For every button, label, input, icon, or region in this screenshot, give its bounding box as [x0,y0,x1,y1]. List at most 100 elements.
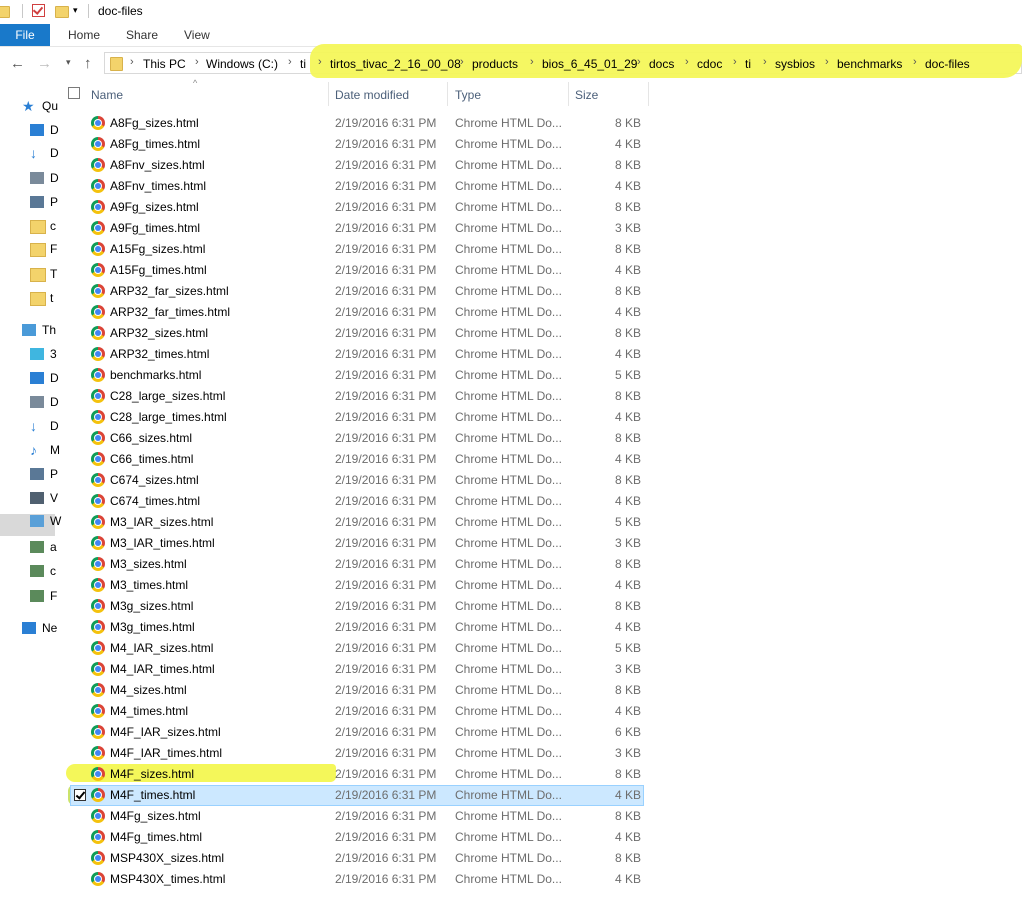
file-date-modified: 2/19/2016 6:31 PM [335,389,437,403]
file-row[interactable]: M3_IAR_sizes.html 2/19/2016 6:31 PM Chrome… [0,512,1022,533]
column-divider[interactable] [328,82,329,106]
tab-share[interactable]: Share [126,28,158,42]
file-row[interactable]: A8Fg_times.html 2/19/2016 6:31 PM Chrome H… [0,134,1022,155]
file-size: 4 KB [614,620,641,634]
file-row[interactable]: C66_sizes.html 2/19/2016 6:31 PM Chrome HT… [0,428,1022,449]
file-row[interactable]: M4_sizes.html 2/19/2016 6:31 PM Chrome HTM… [0,680,1022,701]
column-header-size[interactable]: Size [575,88,598,102]
recent-locations-chevron-icon[interactable]: ▾ [66,57,71,68]
breadcrumb-chevron-icon[interactable]: › [460,56,464,68]
file-tab[interactable]: File [0,24,50,46]
breadcrumb-item[interactable]: sysbios [775,57,815,71]
properties-icon[interactable] [32,4,45,17]
tab-home[interactable]: Home [68,28,100,42]
new-folder-icon[interactable] [55,6,69,18]
breadcrumb-item[interactable]: ti [745,57,751,71]
file-row[interactable]: M4F_times.html 2/19/2016 6:31 PM Chrome HT… [0,785,1022,806]
file-row[interactable]: benchmarks.html 2/19/2016 6:31 PM Chrome H… [0,365,1022,386]
file-row[interactable]: M3_IAR_times.html 2/19/2016 6:31 PM Chrome… [0,533,1022,554]
file-row[interactable]: A8Fnv_sizes.html 2/19/2016 6:31 PM Chrome … [0,155,1022,176]
tab-view[interactable]: View [184,28,210,42]
file-row[interactable]: M4Fg_sizes.html 2/19/2016 6:31 PM Chrome H… [0,806,1022,827]
file-date-modified: 2/19/2016 6:31 PM [335,872,437,886]
breadcrumb-item[interactable]: Windows (C:) [206,57,278,71]
breadcrumb-item[interactable]: doc-files [925,57,970,71]
file-row[interactable]: C28_large_times.html 2/19/2016 6:31 PM Chr… [0,407,1022,428]
back-arrow-icon[interactable]: ← [10,55,25,72]
column-header-name[interactable]: Name [91,88,123,102]
breadcrumb-chevron-icon[interactable]: › [130,56,134,68]
up-arrow-icon[interactable]: ↑ [84,55,92,72]
chrome-html-file-icon [91,578,105,592]
window-title: doc-files [98,4,143,18]
breadcrumb-item[interactable]: docs [649,57,674,71]
file-row[interactable]: ARP32_far_sizes.html 2/19/2016 6:31 PM Chr… [0,281,1022,302]
column-divider[interactable] [568,82,569,106]
chrome-html-file-icon [91,347,105,361]
file-type: Chrome HTML Do... [455,410,562,424]
file-name: M3_IAR_times.html [110,536,215,550]
file-row[interactable]: M4Fg_times.html 2/19/2016 6:31 PM Chrome H… [0,827,1022,848]
chrome-html-file-icon [91,746,105,760]
file-date-modified: 2/19/2016 6:31 PM [335,767,437,781]
breadcrumb-item[interactable]: cdoc [697,57,722,71]
file-row[interactable]: A15Fg_times.html 2/19/2016 6:31 PM Chrome … [0,260,1022,281]
file-row[interactable]: ARP32_sizes.html 2/19/2016 6:31 PM Chrome … [0,323,1022,344]
file-size: 4 KB [614,830,641,844]
select-all-checkbox[interactable] [68,87,80,99]
file-row[interactable]: M4F_IAR_times.html 2/19/2016 6:31 PM Chrom… [0,743,1022,764]
breadcrumb-chevron-icon[interactable]: › [195,56,199,68]
file-row[interactable]: C674_times.html 2/19/2016 6:31 PM Chrome H… [0,491,1022,512]
file-row[interactable]: M3_sizes.html 2/19/2016 6:31 PM Chrome HTM… [0,554,1022,575]
row-checkbox[interactable] [74,789,86,801]
chrome-html-file-icon [91,116,105,130]
breadcrumb-item[interactable]: products [472,57,518,71]
breadcrumb-item[interactable]: benchmarks [837,57,902,71]
breadcrumb-chevron-icon[interactable]: › [733,56,737,68]
file-row[interactable]: C674_sizes.html 2/19/2016 6:31 PM Chrome H… [0,470,1022,491]
file-row[interactable]: MSP430X_sizes.html 2/19/2016 6:31 PM Chrom… [0,848,1022,869]
breadcrumb-item[interactable]: bios_6_45_01_29 [542,57,637,71]
breadcrumb-chevron-icon[interactable]: › [685,56,689,68]
file-name: A9Fg_times.html [110,221,201,235]
breadcrumb-chevron-icon[interactable]: › [913,56,917,68]
file-name: M3_IAR_sizes.html [110,515,214,529]
file-row[interactable]: M4_IAR_times.html 2/19/2016 6:31 PM Chrome… [0,659,1022,680]
file-row[interactable]: C28_large_sizes.html 2/19/2016 6:31 PM Chr… [0,386,1022,407]
breadcrumb-chevron-icon[interactable]: › [288,56,292,68]
breadcrumb-chevron-icon[interactable]: › [530,56,534,68]
column-header-date[interactable]: Date modified [335,88,409,102]
file-row[interactable]: A8Fg_sizes.html 2/19/2016 6:31 PM Chrome H… [0,113,1022,134]
breadcrumb-item[interactable]: ti [300,57,306,71]
file-row[interactable]: M4F_sizes.html 2/19/2016 6:31 PM Chrome HT… [0,764,1022,785]
breadcrumb-item[interactable]: tirtos_tivac_2_16_00_08 [330,57,461,71]
file-size: 3 KB [614,662,641,676]
forward-arrow-icon[interactable]: → [37,55,52,72]
file-row[interactable]: A8Fnv_times.html 2/19/2016 6:31 PM Chrome … [0,176,1022,197]
file-row[interactable]: A9Fg_times.html 2/19/2016 6:31 PM Chrome H… [0,218,1022,239]
file-row[interactable]: M3_times.html 2/19/2016 6:31 PM Chrome HTM… [0,575,1022,596]
file-row[interactable]: M4_times.html 2/19/2016 6:31 PM Chrome HTM… [0,701,1022,722]
folder-icon[interactable] [0,6,10,18]
breadcrumb-chevron-icon[interactable]: › [637,56,641,68]
file-row[interactable]: MSP430X_times.html 2/19/2016 6:31 PM Chrom… [0,869,1022,890]
breadcrumb-chevron-icon[interactable]: › [763,56,767,68]
file-row[interactable]: A15Fg_sizes.html 2/19/2016 6:31 PM Chrome … [0,239,1022,260]
file-row[interactable]: ARP32_times.html 2/19/2016 6:31 PM Chrome … [0,344,1022,365]
column-divider[interactable] [447,82,448,106]
file-row[interactable]: M4F_IAR_sizes.html 2/19/2016 6:31 PM Chrom… [0,722,1022,743]
chrome-html-file-icon [91,767,105,781]
file-row[interactable]: M4_IAR_sizes.html 2/19/2016 6:31 PM Chrome… [0,638,1022,659]
file-row[interactable]: ARP32_far_times.html 2/19/2016 6:31 PM Chr… [0,302,1022,323]
file-row[interactable]: C66_times.html 2/19/2016 6:31 PM Chrome HT… [0,449,1022,470]
breadcrumb-chevron-icon[interactable]: › [318,56,322,68]
breadcrumb-item[interactable]: This PC [143,57,186,71]
quick-access-dropdown-icon[interactable]: ▾ [73,5,78,16]
column-divider[interactable] [648,82,649,106]
column-header-type[interactable]: Type [455,88,481,102]
file-row[interactable]: M3g_times.html 2/19/2016 6:31 PM Chrome HT… [0,617,1022,638]
breadcrumb-chevron-icon[interactable]: › [825,56,829,68]
file-row[interactable]: A9Fg_sizes.html 2/19/2016 6:31 PM Chrome H… [0,197,1022,218]
sort-caret-icon: ^ [193,78,198,88]
file-row[interactable]: M3g_sizes.html 2/19/2016 6:31 PM Chrome HT… [0,596,1022,617]
